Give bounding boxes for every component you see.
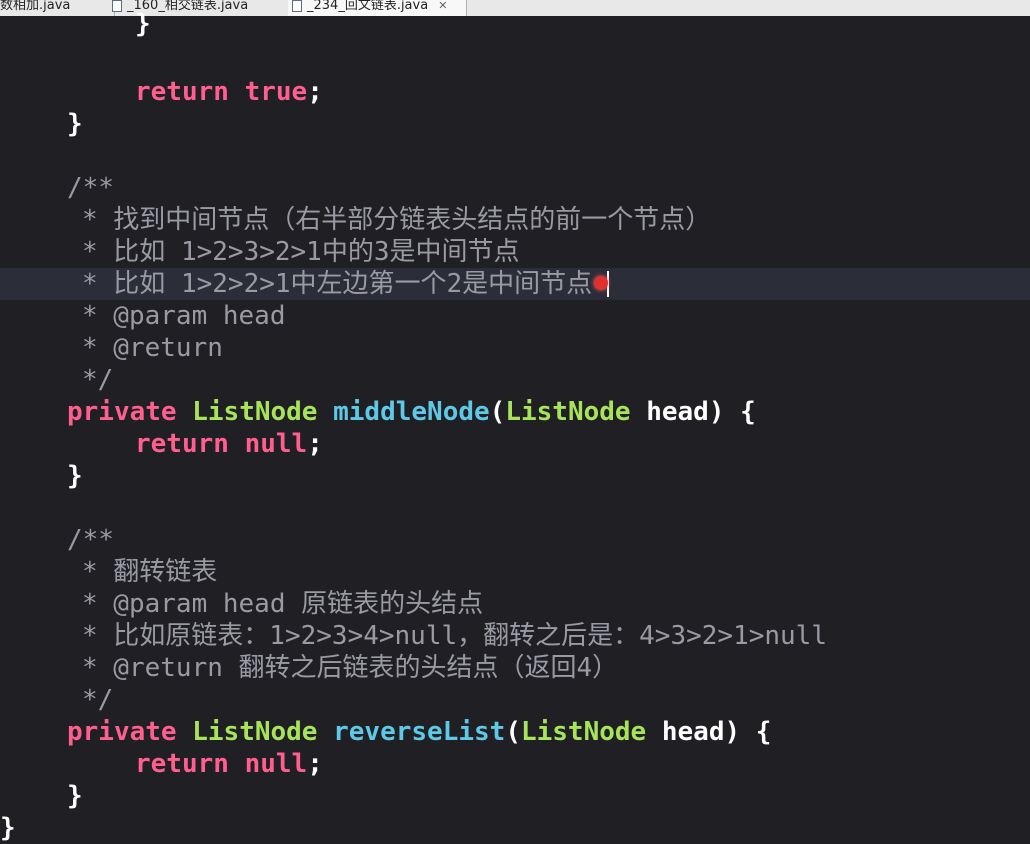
keyword-return: return [135, 749, 229, 779]
java-file-icon [112, 0, 122, 12]
code-line: } [67, 108, 83, 140]
tab-label: 数相加.java [0, 0, 71, 13]
comment-line: * 翻转链表 [82, 557, 218, 587]
code-line: } [0, 812, 16, 844]
comment-line: * 比如 1>2>2>1中左边第一个2是中间节点 [82, 269, 593, 299]
code-line: return true; [135, 76, 323, 108]
param-type: ListNode [505, 397, 631, 427]
method-signature-middle-node: private ListNode middleNode(ListNode hea… [67, 396, 756, 428]
semicolon: ; [307, 429, 323, 459]
literal-true: true [244, 77, 308, 107]
comment-line: * 找到中间节点（右半部分链表头结点的前一个节点） [82, 205, 712, 235]
comment-line: * @return 翻转之后链表的头结点（返回4） [82, 653, 619, 683]
mouse-pointer-icon [594, 276, 608, 290]
comment-line: * 比如 1>2>3>2>1中的3是中间节点 [82, 237, 520, 267]
keyword-private: private [67, 717, 177, 747]
type-listnode: ListNode [192, 397, 318, 427]
method-name: reverseList [333, 717, 506, 747]
code-line: return null; [135, 748, 323, 780]
comment-line: * @param head [82, 301, 286, 331]
keyword-private: private [67, 397, 177, 427]
class-closing-brace: } [0, 813, 16, 843]
closing-brace: } [135, 9, 151, 39]
comment-line: * @param head 原链表的头结点 [82, 589, 484, 619]
code-line: } [67, 780, 83, 812]
paren: ( [505, 717, 521, 747]
param-rest: head) { [646, 717, 772, 747]
tab-palindrome-list-java[interactable]: _234_回文链表.java ✕ [288, 0, 467, 16]
method-signature-reverse-list: private ListNode reverseList(ListNode he… [67, 716, 771, 748]
code-line: return null; [135, 428, 323, 460]
literal-null: null [244, 429, 308, 459]
literal-null: null [244, 749, 308, 779]
semicolon: ; [307, 77, 323, 107]
param-type: ListNode [520, 717, 647, 747]
keyword-return: return [135, 77, 229, 107]
code-line: } [67, 460, 83, 492]
closing-brace: } [67, 461, 83, 491]
keyword-return: return [135, 429, 229, 459]
comment-line: */ [82, 365, 114, 395]
comment-line: * 比如原链表：1>2>3>4>null，翻转之后是：4>3>2>1>null [82, 621, 827, 651]
param-rest: head) { [630, 397, 756, 427]
editor-tab-bar: 数相加.java _160_相交链表.java _234_回文链表.java ✕ [0, 0, 1030, 17]
type-listnode: ListNode [192, 717, 318, 747]
tab-sum-java[interactable]: 数相加.java [0, 0, 115, 16]
comment-line: * @return [82, 333, 223, 363]
java-file-icon [292, 0, 302, 12]
comment-line: */ [82, 685, 114, 715]
paren: ( [489, 397, 506, 427]
tab-label: _234_回文链表.java [307, 0, 429, 13]
comment-line: /** [67, 525, 114, 555]
method-name: middleNode [333, 397, 490, 427]
close-icon[interactable]: ✕ [438, 0, 447, 12]
code-line: } [135, 8, 151, 40]
code-editor[interactable]: } return true; } /** * 找到中间节点（右半部分链表头结点的… [0, 9, 1030, 843]
closing-brace: } [67, 109, 83, 139]
semicolon: ; [307, 749, 323, 779]
closing-brace: } [67, 781, 83, 811]
comment-line: /** [67, 173, 114, 203]
